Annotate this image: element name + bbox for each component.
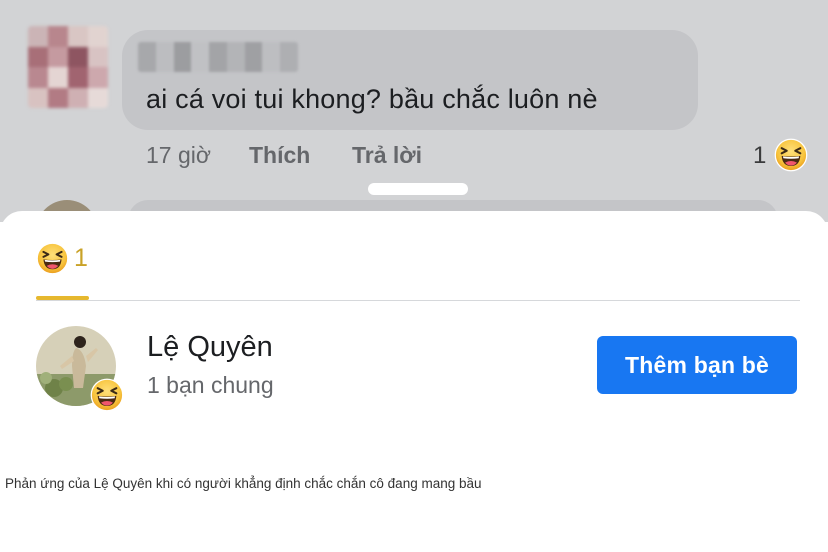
- tab-reaction-count: 1: [74, 244, 88, 272]
- image-caption: Phản ứng của Lệ Quyên khi có người khẳng…: [5, 476, 482, 491]
- commenter-avatar-blurred: [28, 26, 108, 108]
- commenter-name-blurred: [138, 42, 298, 72]
- add-friend-button[interactable]: Thêm bạn bè: [597, 336, 797, 394]
- laughing-emoji-icon[interactable]: [774, 138, 808, 172]
- comment-time: 17 giờ: [146, 142, 211, 168]
- user-name[interactable]: Lệ Quyên: [147, 331, 273, 364]
- sheet-grab-handle[interactable]: [368, 183, 468, 195]
- laughing-emoji-icon: [90, 378, 124, 412]
- tab-laugh-reactions[interactable]: 1: [36, 241, 90, 299]
- reaction-count[interactable]: 1: [753, 142, 766, 170]
- reply-button[interactable]: Trả lời: [352, 142, 422, 169]
- mutual-friends: 1 bạn chung: [147, 372, 274, 398]
- laughing-emoji-icon: [36, 242, 69, 275]
- reactions-sheet: 1 Lệ Quyên 1 bạn chung Thêm bạn bè: [0, 211, 828, 441]
- tab-divider: [36, 300, 800, 301]
- comment-text: ai cá voi tui khong? bầu chắc luôn nè: [146, 84, 598, 114]
- like-button[interactable]: Thích: [249, 142, 310, 169]
